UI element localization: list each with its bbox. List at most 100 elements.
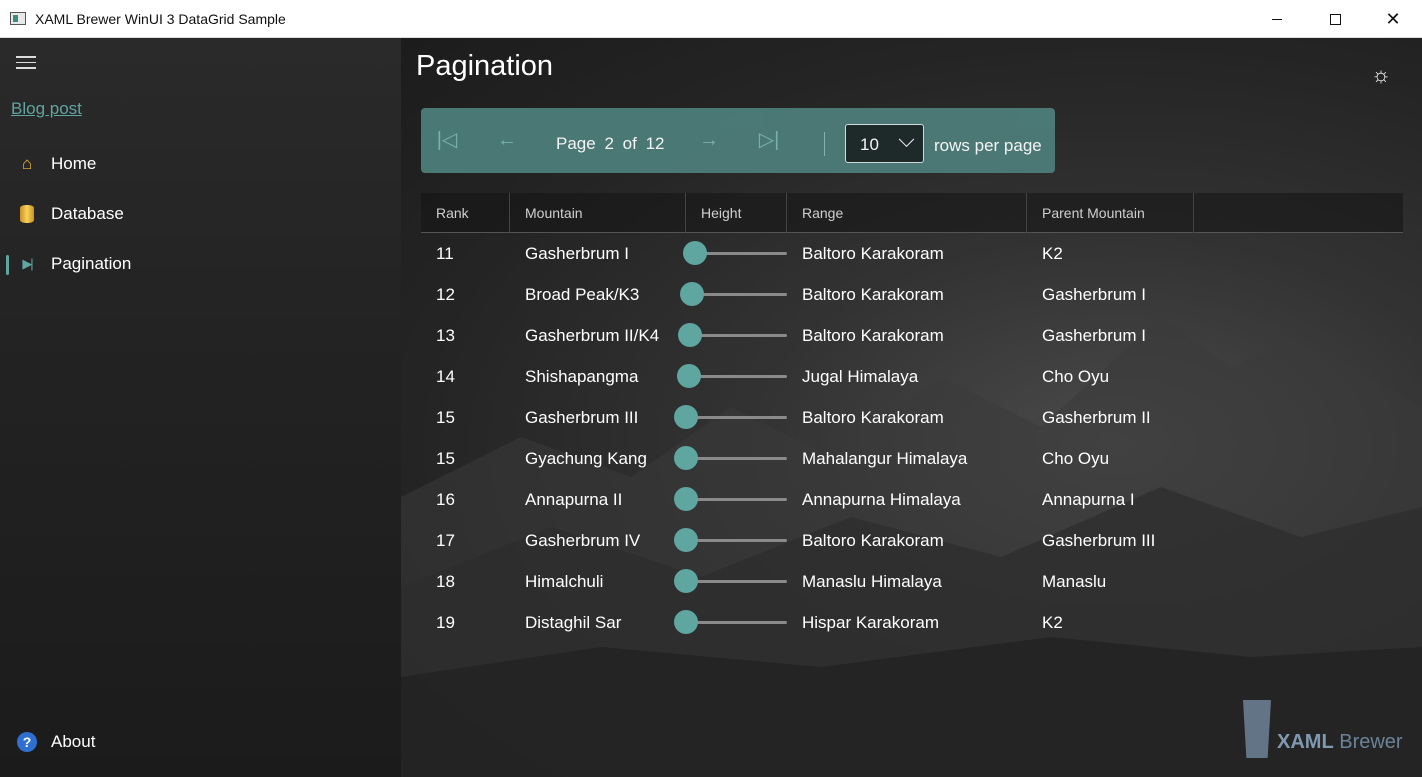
mountain-cell: Gyachung Kang	[525, 449, 647, 468]
height-slider[interactable]	[677, 323, 787, 347]
main-content: Pagination ☼ |◁ ← Page 2 of 12 → ▷| 10 r…	[401, 38, 1422, 777]
height-cell	[679, 274, 787, 315]
column-header-parent-mountain[interactable]: Parent Mountain	[1027, 193, 1194, 233]
rank-cell: 18	[436, 572, 455, 591]
rows-per-page-select[interactable]: 10	[845, 124, 924, 163]
column-header-height[interactable]: Height	[686, 193, 787, 233]
range-cell: Mahalangur Himalaya	[802, 449, 968, 468]
slider-thumb[interactable]	[674, 446, 698, 470]
column-header-mountain[interactable]: Mountain	[510, 193, 686, 233]
parent-mountain-cell: Gasherbrum III	[1042, 531, 1156, 550]
slider-thumb[interactable]	[677, 323, 702, 347]
mountain-cell: Gasherbrum IV	[525, 531, 641, 550]
last-page-button[interactable]: ▷|	[757, 128, 781, 152]
table-row[interactable]: 11 Gasherbrum I Baltoro Karakoram K2	[421, 233, 1403, 274]
table-row[interactable]: 18 Himalchuli Manaslu Himalaya Manaslu	[421, 561, 1403, 602]
slider-thumb[interactable]	[674, 405, 698, 429]
rank-cell: 14	[436, 367, 455, 386]
mountain-cell: Distaghil Sar	[525, 613, 622, 632]
app-icon	[10, 12, 26, 25]
rank-cell: 13	[436, 326, 455, 345]
page-indicator: Page 2 of 12	[556, 134, 665, 153]
table-row[interactable]: 15 Gasherbrum III Baltoro Karakoram Gasherb…	[421, 397, 1403, 438]
rank-cell: 11	[436, 244, 454, 263]
rows-per-page-value: 10	[860, 135, 879, 154]
height-slider[interactable]	[674, 446, 787, 470]
height-slider[interactable]	[679, 282, 787, 306]
mountain-cell: Broad Peak/K3	[525, 285, 640, 304]
height-cell	[674, 561, 787, 602]
height-slider[interactable]	[674, 610, 787, 634]
parent-mountain-cell: Manaslu	[1042, 572, 1107, 591]
table-row[interactable]: 12 Broad Peak/K3 Baltoro Karakoram Gasherbr…	[421, 274, 1403, 315]
previous-page-button[interactable]: ←	[495, 128, 519, 152]
first-page-button[interactable]: |◁	[435, 128, 459, 152]
height-cell	[674, 397, 787, 438]
grid-body: 11 Gasherbrum I Baltoro Karakoram K2 12 Broad…	[421, 233, 1403, 643]
theme-toggle-sun-icon[interactable]: ☼	[1369, 63, 1393, 87]
beer-glass-icon	[1243, 700, 1271, 758]
rank-cell: 19	[436, 613, 455, 632]
slider-thumb[interactable]	[677, 364, 702, 388]
slider-thumb[interactable]	[674, 569, 698, 593]
hamburger-menu-icon[interactable]	[16, 56, 36, 70]
parent-mountain-cell: Gasherbrum II	[1042, 408, 1151, 427]
height-slider[interactable]	[682, 241, 787, 265]
height-cell	[682, 233, 787, 274]
nav-item-about[interactable]: ? About	[0, 722, 401, 762]
nav-item-home[interactable]: ⌂ Home	[0, 144, 401, 184]
pagination-bar: |◁ ← Page 2 of 12 → ▷| 10 rows per page	[421, 108, 1055, 173]
height-slider[interactable]	[674, 569, 787, 593]
mountain-cell: Gasherbrum II/K4	[525, 326, 660, 345]
rank-cell: 15	[436, 408, 455, 427]
parent-mountain-cell: K2	[1042, 613, 1063, 632]
mountain-cell: Annapurna II	[525, 490, 623, 509]
height-slider[interactable]	[674, 528, 787, 552]
minimize-button[interactable]	[1248, 0, 1306, 38]
blog-post-link[interactable]: Blog post	[11, 99, 82, 119]
mountain-cell: Gasherbrum III	[525, 408, 639, 427]
database-icon	[17, 204, 37, 224]
height-slider[interactable]	[677, 364, 787, 388]
range-cell: Baltoro Karakoram	[802, 531, 944, 550]
table-row[interactable]: 13 Gasherbrum II/K4 Baltoro Karakoram Gashe…	[421, 315, 1403, 356]
slider-thumb[interactable]	[674, 487, 698, 511]
slider-thumb[interactable]	[682, 241, 707, 265]
close-button[interactable]: ✕	[1364, 0, 1422, 38]
range-cell: Baltoro Karakoram	[802, 285, 944, 304]
mountains-data-grid: Rank Mountain Height Range Parent Mounta…	[421, 193, 1403, 643]
parent-mountain-cell: Gasherbrum I	[1042, 326, 1146, 345]
nav-item-database[interactable]: Database	[0, 194, 401, 234]
maximize-button[interactable]	[1306, 0, 1364, 38]
column-header-rank[interactable]: Rank	[421, 193, 510, 233]
table-row[interactable]: 19 Distaghil Sar Hispar Karakoram K2	[421, 602, 1403, 643]
mountain-cell: Himalchuli	[525, 572, 604, 591]
table-row[interactable]: 16 Annapurna II Annapurna Himalaya Annapurn…	[421, 479, 1403, 520]
height-slider[interactable]	[674, 487, 787, 511]
grid-header: Rank Mountain Height Range Parent Mounta…	[421, 193, 1403, 233]
parent-mountain-cell: Cho Oyu	[1042, 367, 1110, 386]
next-page-button[interactable]: →	[697, 128, 721, 152]
pagination-icon: ▶|	[22, 256, 33, 271]
mountain-cell: Gasherbrum I	[525, 244, 629, 263]
height-cell	[677, 315, 787, 356]
nav-item-pagination[interactable]: ▶| Pagination	[0, 244, 401, 284]
rank-cell: 16	[436, 490, 455, 509]
range-cell: Hispar Karakoram	[802, 613, 939, 632]
height-slider[interactable]	[674, 405, 787, 429]
slider-thumb[interactable]	[674, 528, 698, 552]
parent-mountain-cell: K2	[1042, 244, 1063, 263]
xaml-brewer-logo: XAML Brewer	[1241, 698, 1411, 763]
column-header-range[interactable]: Range	[787, 193, 1027, 233]
slider-thumb[interactable]	[674, 610, 698, 634]
table-row[interactable]: 14 Shishapangma Jugal Himalaya Cho Oyu	[421, 356, 1403, 397]
table-row[interactable]: 15 Gyachung Kang Mahalangur Himalaya Cho Oy…	[421, 438, 1403, 479]
table-row[interactable]: 17 Gasherbrum IV Baltoro Karakoram Gasherbr…	[421, 520, 1403, 561]
range-cell: Baltoro Karakoram	[802, 326, 944, 345]
slider-thumb[interactable]	[679, 282, 704, 306]
parent-mountain-cell: Gasherbrum I	[1042, 285, 1146, 304]
arrow-right-icon: →	[699, 129, 719, 151]
close-icon: ✕	[1385, 8, 1401, 29]
help-icon: ?	[17, 732, 37, 752]
rank-cell: 12	[436, 285, 455, 304]
